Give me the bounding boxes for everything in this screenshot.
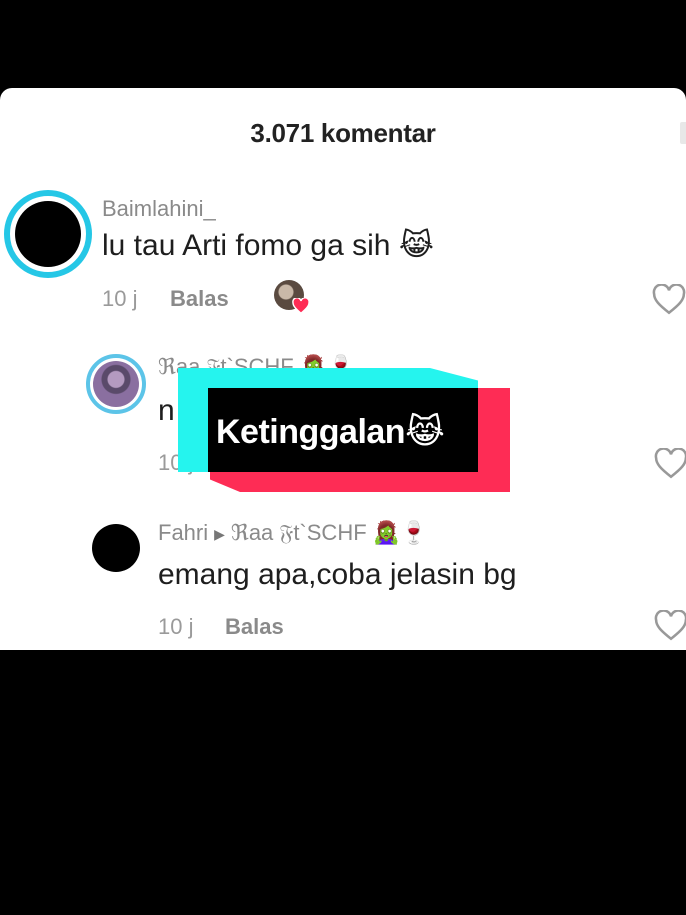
avatar[interactable]	[4, 190, 92, 278]
comment-username[interactable]: Baimlahini_	[102, 196, 216, 222]
sticker-label: Ketinggalan	[216, 413, 406, 451]
avatar[interactable]	[86, 354, 146, 414]
reply-button[interactable]: Balas	[225, 614, 284, 640]
comment-time: 10 j	[102, 286, 138, 311]
liked-by-creator-icon	[274, 280, 310, 314]
heart-outline-icon[interactable]	[654, 448, 686, 480]
reply-time: 10 j	[158, 614, 194, 639]
cat-emoji: 😹	[398, 229, 434, 262]
heart-outline-icon[interactable]	[652, 284, 686, 316]
comment-text-body: lu tau Arti fomo ga sih	[102, 229, 391, 262]
cat-emoji: 😹	[405, 413, 445, 451]
avatar[interactable]	[92, 524, 140, 572]
reply-to-user[interactable]: ℜaa 𝔉t`SCHF 🧟‍♀️🍷	[231, 520, 428, 545]
reply-text: n	[158, 394, 175, 427]
text-sticker-overlay: Ketinggalan😹	[178, 368, 510, 492]
comment-text: lu tau Arti fomo ga sih 😹	[102, 228, 434, 263]
reply-text: emang apa,coba jelasin bg	[158, 558, 517, 591]
reply-button[interactable]: Balas	[170, 286, 229, 312]
reply-arrow-icon: ▶	[214, 525, 225, 542]
reply-username: Fahri ▶ ℜaa 𝔉t`SCHF 🧟‍♀️🍷	[158, 520, 428, 546]
comments-count-title: 3.071 komentar	[250, 118, 436, 148]
close-button-edge[interactable]	[680, 122, 686, 144]
reply-author[interactable]: Fahri	[158, 520, 208, 545]
heart-outline-icon[interactable]	[654, 610, 686, 642]
sticker-text: Ketinggalan😹	[216, 412, 445, 452]
